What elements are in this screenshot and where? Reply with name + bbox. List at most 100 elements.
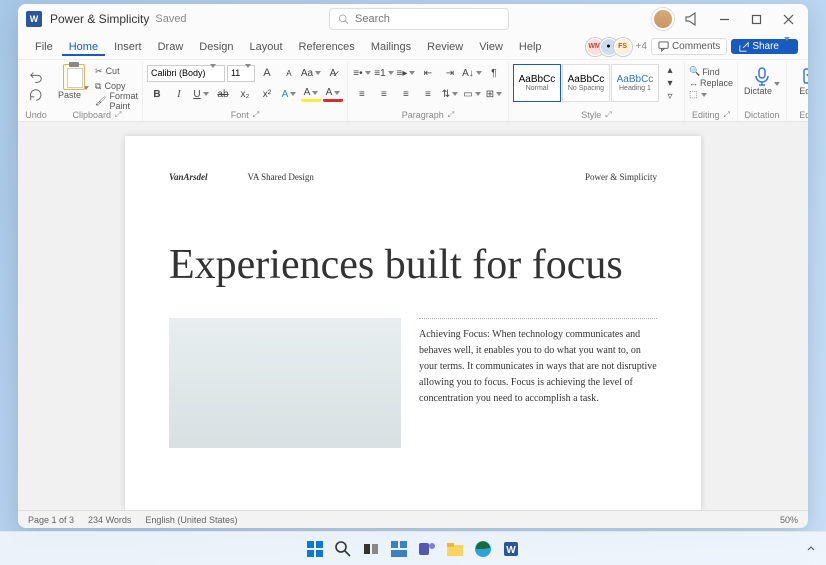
word-taskbar-icon[interactable]: W: [500, 538, 522, 560]
tab-home[interactable]: Home: [62, 38, 105, 56]
styles-scroll-up[interactable]: ▴: [660, 64, 680, 76]
page-indicator[interactable]: Page 1 of 3: [28, 515, 74, 525]
font-size-value: 11: [231, 68, 240, 78]
align-right-button[interactable]: ≡: [396, 85, 416, 103]
sort-button[interactable]: A↓: [462, 64, 482, 82]
presence-more[interactable]: +4: [636, 41, 647, 52]
strikethrough-button[interactable]: ab: [213, 85, 233, 103]
style-no-spacing[interactable]: AaBbCc No Spacing: [562, 64, 610, 102]
find-button[interactable]: 🔍Find: [689, 66, 720, 77]
close-button[interactable]: [774, 7, 802, 31]
dictation-group-label: Dictation: [744, 110, 779, 121]
tab-file[interactable]: File: [28, 38, 60, 56]
borders-button[interactable]: ⊞: [484, 85, 504, 103]
search-box[interactable]: [329, 8, 509, 30]
redo-button[interactable]: [26, 86, 46, 104]
text-effects-button[interactable]: A: [279, 85, 299, 103]
share-button[interactable]: Share: [731, 39, 798, 54]
style-heading-1[interactable]: AaBbCc Heading 1: [611, 64, 659, 102]
font-size-select[interactable]: 11: [227, 65, 255, 82]
document-title[interactable]: Power & Simplicity: [50, 12, 149, 26]
widgets-button[interactable]: [388, 538, 410, 560]
format-painter-label: Format Paint: [109, 91, 138, 111]
section-text: VA Shared Design: [248, 172, 314, 182]
editing-launcher[interactable]: ⤢: [724, 110, 730, 120]
chevron-down-icon: [782, 41, 790, 52]
justify-button[interactable]: ≡: [418, 85, 438, 103]
show-marks-button[interactable]: ¶: [484, 64, 504, 82]
document-body-text[interactable]: Achieving Focus: When technology communi…: [419, 318, 657, 448]
language-indicator[interactable]: English (United States): [145, 515, 237, 525]
italic-button[interactable]: I: [169, 85, 189, 103]
comments-button[interactable]: Comments: [651, 38, 727, 55]
megaphone-icon[interactable]: [678, 7, 706, 31]
superscript-button[interactable]: x²: [257, 85, 277, 103]
underline-button[interactable]: U: [191, 85, 211, 103]
paragraph-launcher[interactable]: ⤢: [448, 110, 454, 120]
style-preview: AaBbCc: [519, 74, 556, 85]
document-page[interactable]: VanArsdel VA Shared Design Power & Simpl…: [125, 136, 701, 510]
styles-scroll-down[interactable]: ▾: [660, 77, 680, 89]
minimize-button[interactable]: [710, 7, 738, 31]
tab-mailings[interactable]: Mailings: [364, 38, 418, 56]
maximize-button[interactable]: [742, 7, 770, 31]
bullets-button[interactable]: ≡•: [352, 64, 372, 82]
presence-user-3[interactable]: FS: [614, 38, 632, 56]
font-name-select[interactable]: Calibri (Body): [147, 65, 225, 82]
font-launcher[interactable]: ⤢: [253, 110, 259, 120]
dictate-button[interactable]: Dictate: [742, 64, 782, 96]
tab-design[interactable]: Design: [192, 38, 240, 56]
style-name: Heading 1: [619, 85, 651, 92]
explorer-icon[interactable]: [444, 538, 466, 560]
tab-insert[interactable]: Insert: [107, 38, 149, 56]
teams-icon[interactable]: [416, 538, 438, 560]
decrease-indent-button[interactable]: ⇤: [418, 64, 438, 82]
tab-review[interactable]: Review: [420, 38, 470, 56]
bold-button[interactable]: B: [147, 85, 167, 103]
search-input[interactable]: [355, 13, 500, 25]
decrease-font-button[interactable]: A: [279, 64, 299, 82]
tab-draw[interactable]: Draw: [151, 38, 191, 56]
increase-font-button[interactable]: A: [257, 64, 277, 82]
numbering-button[interactable]: ≡1: [374, 64, 394, 82]
tab-view[interactable]: View: [472, 38, 510, 56]
cut-button[interactable]: ✂Cut: [95, 64, 138, 78]
task-view-button[interactable]: [360, 538, 382, 560]
styles-expand[interactable]: ▿: [660, 90, 680, 102]
clear-formatting-button[interactable]: A̷: [323, 64, 343, 82]
document-canvas[interactable]: VanArsdel VA Shared Design Power & Simpl…: [18, 122, 808, 510]
tab-help[interactable]: Help: [512, 38, 549, 56]
document-heading[interactable]: Experiences built for focus: [169, 242, 657, 288]
paragraph-group-label: Paragraph: [402, 110, 444, 120]
user-avatar[interactable]: [652, 8, 674, 30]
replace-button[interactable]: ↔Replace: [689, 78, 733, 88]
select-button[interactable]: ⬚: [689, 89, 708, 100]
align-left-button[interactable]: ≡: [352, 85, 372, 103]
word-count[interactable]: 234 Words: [88, 515, 131, 525]
system-tray[interactable]: [806, 544, 816, 554]
change-case-button[interactable]: Aa: [301, 64, 321, 82]
edge-icon[interactable]: [472, 538, 494, 560]
increase-indent-button[interactable]: ⇥: [440, 64, 460, 82]
multilevel-list-button[interactable]: ≡▸: [396, 64, 416, 82]
line-spacing-button[interactable]: ⇅: [440, 85, 460, 103]
presence-stack[interactable]: WM ● FS +4: [590, 38, 647, 56]
start-button[interactable]: [304, 538, 326, 560]
undo-button[interactable]: [26, 68, 46, 86]
style-normal[interactable]: AaBbCc Normal: [513, 64, 561, 102]
paste-button[interactable]: Paste: [56, 64, 91, 100]
format-painter-button[interactable]: 🖌Format Paint: [95, 94, 138, 108]
shading-button[interactable]: ▭: [462, 85, 482, 103]
subscript-button[interactable]: x₂: [235, 85, 255, 103]
highlight-button[interactable]: A: [301, 86, 321, 102]
taskbar-search[interactable]: [332, 538, 354, 560]
tab-layout[interactable]: Layout: [243, 38, 290, 56]
font-color-button[interactable]: A: [323, 86, 343, 102]
styles-launcher[interactable]: ⤢: [605, 110, 611, 120]
align-center-button[interactable]: ≡: [374, 85, 394, 103]
clipboard-launcher[interactable]: ⤢: [115, 110, 121, 120]
tab-references[interactable]: References: [292, 38, 362, 56]
zoom-level[interactable]: 50%: [780, 515, 798, 525]
editor-button[interactable]: Editor: [791, 64, 808, 96]
document-image-placeholder[interactable]: [169, 318, 401, 448]
